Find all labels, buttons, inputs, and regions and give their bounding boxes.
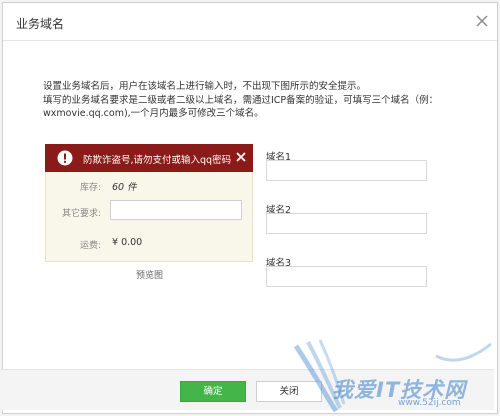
dialog-title: 业务域名 [16, 17, 65, 31]
warning-icon [57, 150, 73, 166]
preview-caption: 预览图 [136, 271, 164, 281]
stock-value: 60 件 [112, 182, 137, 193]
close-icon[interactable] [475, 14, 489, 28]
description-line: 填写的业务域名要求是二级或者二级以上域名，需通过ICP备案的验证，可填写三个域名… [43, 94, 439, 106]
description-text: 设置业务域名后，用户在该域名上进行输入时，不出现下图所示的安全提示。 填写的业务… [43, 80, 463, 121]
warning-text: 防欺诈盗号,请勿支付或输入qq密码 [83, 155, 232, 166]
close-button[interactable]: 关闭 [256, 381, 322, 402]
dialog-header: 业务域名 [3, 3, 497, 41]
security-warning-bar: 防欺诈盗号,请勿支付或输入qq密码 [45, 144, 253, 172]
watermark-url: www.52ij.com [398, 398, 461, 408]
description-line: wxmovie.qq.com),一个月内最多可修改三个域名。 [43, 108, 264, 119]
other-requirement-label: 其它要求: [62, 209, 102, 219]
domain-1-input[interactable] [266, 160, 427, 181]
shipping-label: 运费: [80, 241, 102, 251]
warning-close-icon [236, 152, 246, 162]
other-requirement-input [110, 200, 242, 220]
stock-label: 库存: [80, 183, 102, 193]
confirm-button[interactable]: 确定 [180, 381, 246, 402]
domain-3-input[interactable] [266, 266, 427, 287]
shipping-value: ¥ 0.00 [112, 237, 143, 248]
description-line: 设置业务域名后，用户在该域名上进行输入时，不出现下图所示的安全提示。 [43, 81, 367, 92]
domain-2-input[interactable] [266, 213, 427, 234]
